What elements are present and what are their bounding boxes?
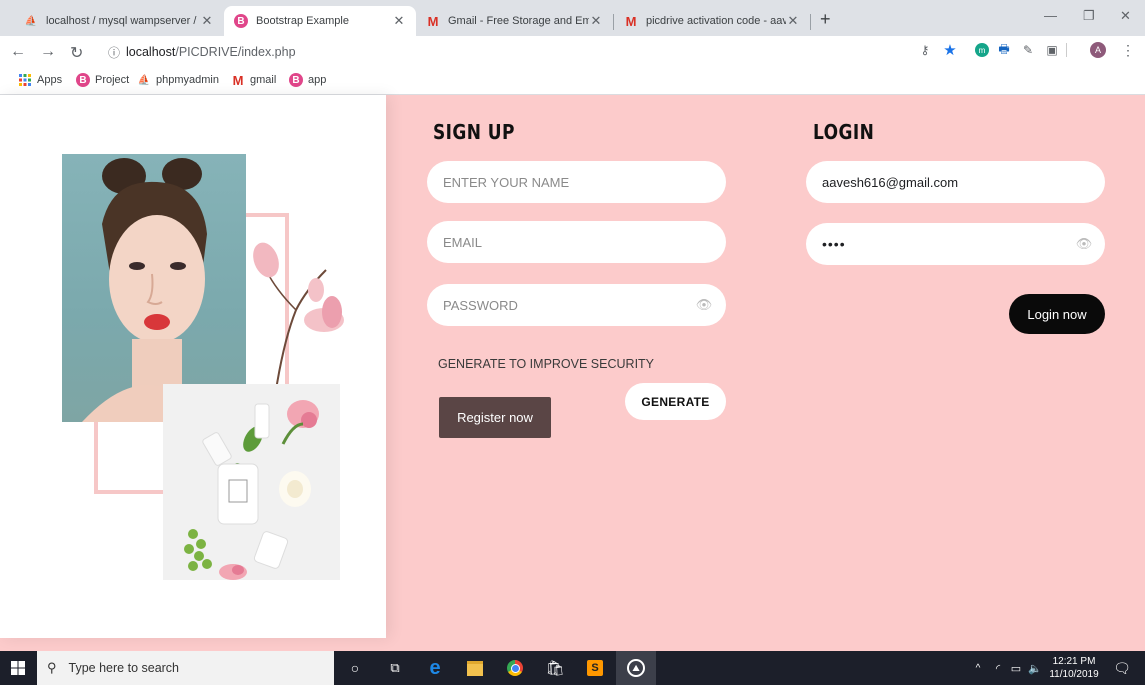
login-password-input[interactable] — [806, 223, 1105, 265]
notifications-icon[interactable]: 🗨 — [1110, 651, 1134, 685]
back-arrow-icon[interactable]: ← — [10, 43, 26, 61]
close-window-icon[interactable]: ✕ — [1120, 8, 1131, 24]
cortana-icon[interactable]: ○ — [340, 651, 370, 685]
signup-email-input[interactable] — [427, 221, 726, 263]
close-tab-icon[interactable]: ✕ — [200, 13, 214, 29]
magnolia-flower-image — [253, 242, 344, 390]
tab-gmail[interactable]: M Gmail - Free Storage and Email fr ✕ — [416, 6, 613, 36]
generate-hint-text: GENERATE TO IMPROVE SECURITY — [438, 357, 655, 371]
generate-button[interactable]: GENERATE — [625, 383, 726, 420]
gmail-icon: M — [625, 13, 637, 29]
battery-icon[interactable]: ▭ — [1008, 651, 1024, 685]
task-view-icon[interactable]: ⧉ — [380, 651, 410, 685]
close-tab-icon[interactable]: ✕ — [589, 13, 603, 29]
close-tab-icon[interactable]: ✕ — [392, 13, 406, 29]
key-icon[interactable]: ⚷ — [917, 42, 933, 58]
tab-bootstrap-example[interactable]: B Bootstrap Example ✕ — [224, 6, 416, 36]
chrome-icon[interactable] — [498, 651, 532, 685]
tab-phpmyadmin[interactable]: ⛵ localhost / mysql wampserver / p ✕ — [14, 6, 224, 36]
bookmark-apps[interactable]: Apps — [18, 72, 62, 88]
phpmyadmin-icon: ⛵ — [24, 15, 38, 27]
extension-bag-icon[interactable]: ▣ — [1044, 42, 1060, 58]
bookmark-star-icon[interactable]: ★ — [942, 42, 958, 59]
login-now-button[interactable]: Login now — [1009, 294, 1105, 334]
minimize-icon[interactable]: — — [1044, 8, 1057, 23]
bootstrap-icon: B — [289, 73, 303, 87]
login-email-input[interactable] — [806, 161, 1105, 203]
tab-picdrive-activation[interactable]: M picdrive activation code - aavesh ✕ — [614, 6, 810, 36]
eyedropper-icon[interactable]: ✎ — [1020, 42, 1036, 58]
search-icon: ⚲ — [47, 660, 57, 675]
signup-title: SIGN UP — [433, 120, 515, 144]
model-portrait-image — [62, 154, 246, 422]
bookmark-gmail[interactable]: M gmail — [231, 72, 277, 88]
bootstrap-icon: B — [234, 14, 248, 28]
restore-icon[interactable]: ❐ — [1083, 8, 1095, 24]
photos-app-icon[interactable]: ⛰ — [616, 651, 656, 685]
cosmetics-flatlay-image — [163, 384, 340, 580]
new-tab-button[interactable]: + — [820, 9, 831, 30]
info-icon[interactable]: ⓘ — [108, 44, 120, 61]
taskbar-clock[interactable]: 12:21 PM 11/10/2019 — [1046, 651, 1102, 685]
signup-password-input[interactable] — [427, 284, 726, 326]
forward-arrow-icon[interactable]: → — [40, 43, 56, 61]
profile-avatar[interactable]: A — [1090, 42, 1106, 58]
file-explorer-icon[interactable] — [458, 651, 492, 685]
register-now-button[interactable]: Register now — [439, 397, 551, 438]
menu-dots-icon[interactable]: ⋮ — [1120, 42, 1136, 58]
store-bag-icon[interactable]: 🛍 — [538, 651, 572, 685]
volume-icon[interactable]: 🔈 — [1026, 651, 1044, 685]
phpmyadmin-icon: ⛵ — [137, 74, 151, 86]
reload-icon[interactable]: ↻ — [70, 43, 83, 63]
extension-printer-icon[interactable]: 🖶 — [996, 42, 1012, 58]
bootstrap-icon: B — [76, 73, 90, 87]
windows-start-icon[interactable] — [0, 651, 36, 685]
gmail-icon: M — [232, 72, 244, 88]
edge-browser-icon[interactable]: e — [418, 651, 452, 685]
tray-chevron-up-icon[interactable]: ^ — [970, 651, 986, 685]
show-password-eye-icon[interactable]: 👁 — [1076, 236, 1093, 252]
bookmark-app[interactable]: B app — [289, 72, 326, 88]
url-text[interactable]: localhost/PICDRIVE/index.php — [126, 45, 296, 59]
wifi-icon[interactable]: ◜ — [990, 651, 1006, 685]
bookmark-phpmyadmin[interactable]: ⛵ phpmyadmin — [137, 72, 219, 88]
sublime-text-icon[interactable]: S — [578, 651, 612, 685]
login-title: LOGIN — [813, 120, 875, 144]
close-tab-icon[interactable]: ✕ — [786, 13, 800, 29]
toolbar-separator — [1066, 43, 1067, 57]
bookmark-project[interactable]: B Project — [76, 72, 129, 88]
taskbar-search-box[interactable]: ⚲ Type here to search — [37, 651, 334, 685]
extension-m-icon[interactable]: m — [974, 42, 990, 58]
signup-name-input[interactable] — [427, 161, 726, 203]
apps-grid-icon — [18, 73, 32, 87]
tab-separator — [810, 14, 811, 30]
address-bar[interactable]: ⓘ localhost/PICDRIVE/index.php — [98, 40, 918, 64]
show-password-eye-icon[interactable]: 👁 — [696, 297, 713, 313]
gmail-icon: M — [427, 13, 439, 29]
